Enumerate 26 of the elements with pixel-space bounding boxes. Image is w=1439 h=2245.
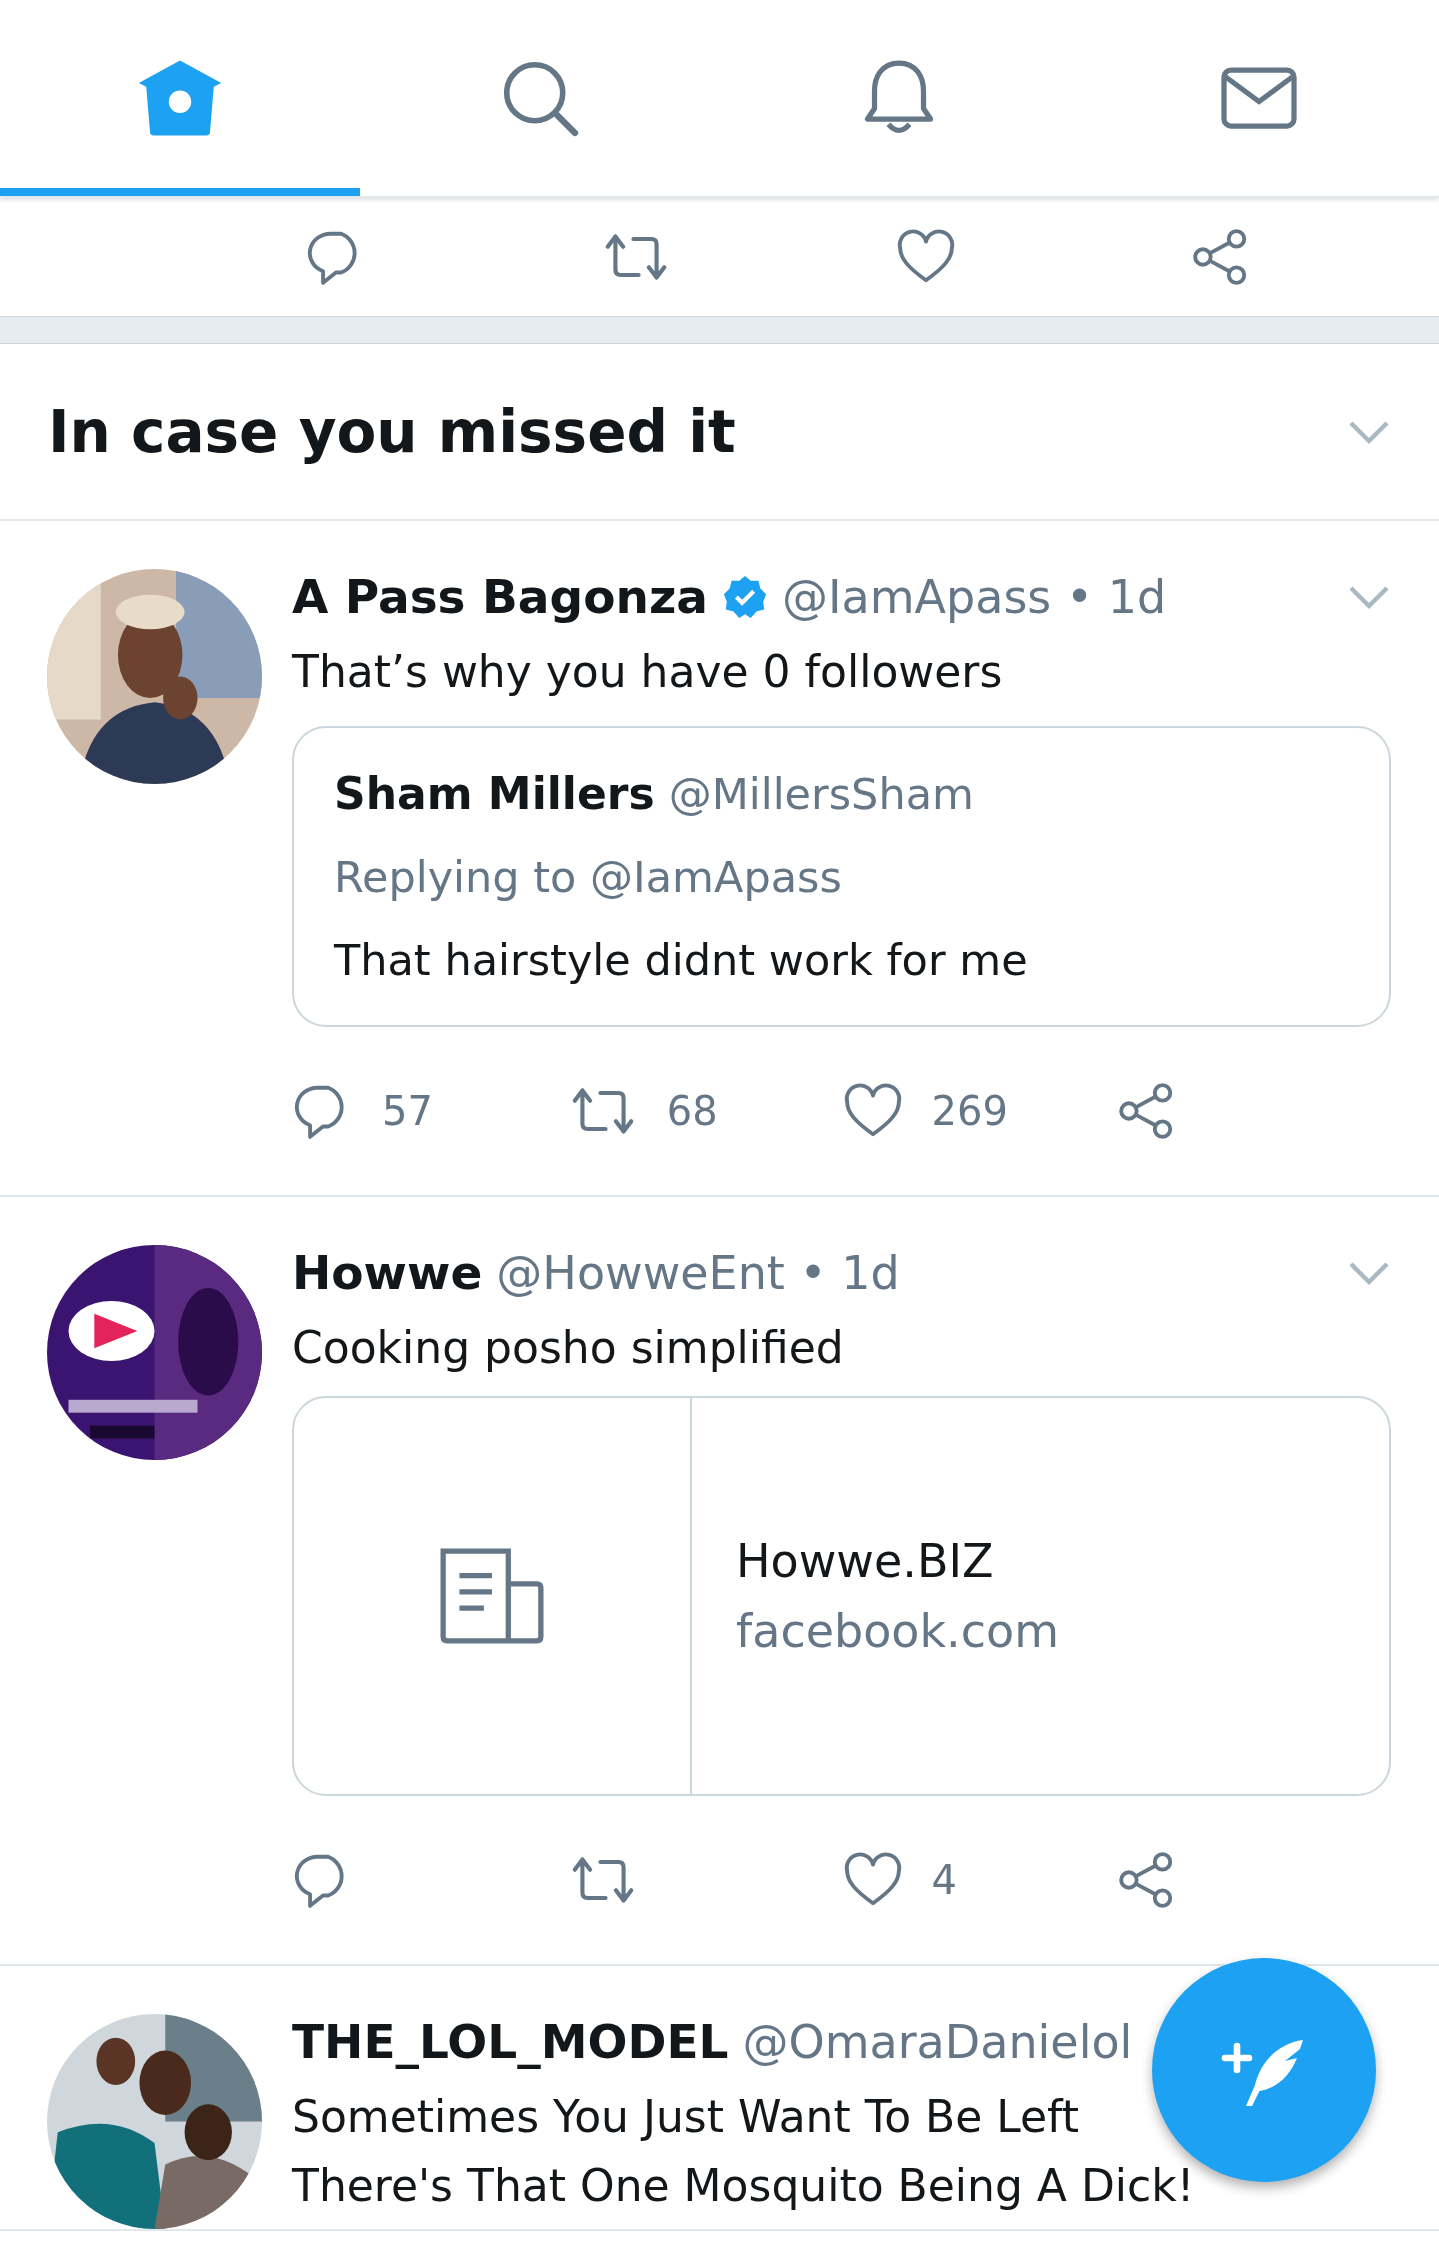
tweet-text: There's That One Mosquito Being A Dick! [292, 2158, 1195, 2213]
author-name: A Pass Bagonza [292, 569, 708, 624]
action-count: 269 [931, 1088, 1008, 1135]
chevron-down-icon[interactable] [1347, 583, 1391, 610]
tweet-handle-time: @IamApass • 1d [781, 569, 1167, 624]
quoted-author-handle: @MillersSham [668, 769, 974, 820]
author-name: Howwe [292, 1245, 483, 1301]
link-card[interactable]: Howwe.BIZ facebook.com [292, 1396, 1391, 1797]
tweet-text: That’s why you have 0 followers [292, 645, 1003, 699]
quoted-tweet[interactable]: Sham Millers @MillersSham Replying to @IamApass That hairstyle didnt work for me [292, 726, 1391, 1028]
link-title: Howwe.BIZ [736, 1534, 995, 1589]
tweet-handle-time: @OmaraDanielol [742, 2014, 1133, 2069]
action-count: 57 [382, 1088, 433, 1135]
chevron-down-icon[interactable] [1347, 418, 1391, 445]
author-name: THE_LOL_MODEL [292, 2014, 729, 2070]
action-count: 68 [666, 1088, 718, 1135]
quoted-tweet-text: That hairstyle didnt work for me [334, 935, 1029, 986]
chevron-down-icon[interactable] [1347, 1259, 1391, 1286]
replying-to-text: Replying to @IamApass [334, 852, 843, 903]
section-title: In case you missed it [48, 397, 736, 466]
tweet-text: Sometimes You Just Want To Be Left [292, 2090, 1080, 2145]
tweet-handle-time: @HowweEnt • 1d [496, 1245, 900, 1300]
quoted-author-name: Sham Millers [334, 768, 655, 820]
tweet-text: Cooking posho simplified [292, 1321, 844, 1376]
action-count: 4 [931, 1857, 957, 1904]
link-domain: facebook.com [736, 1604, 1059, 1659]
